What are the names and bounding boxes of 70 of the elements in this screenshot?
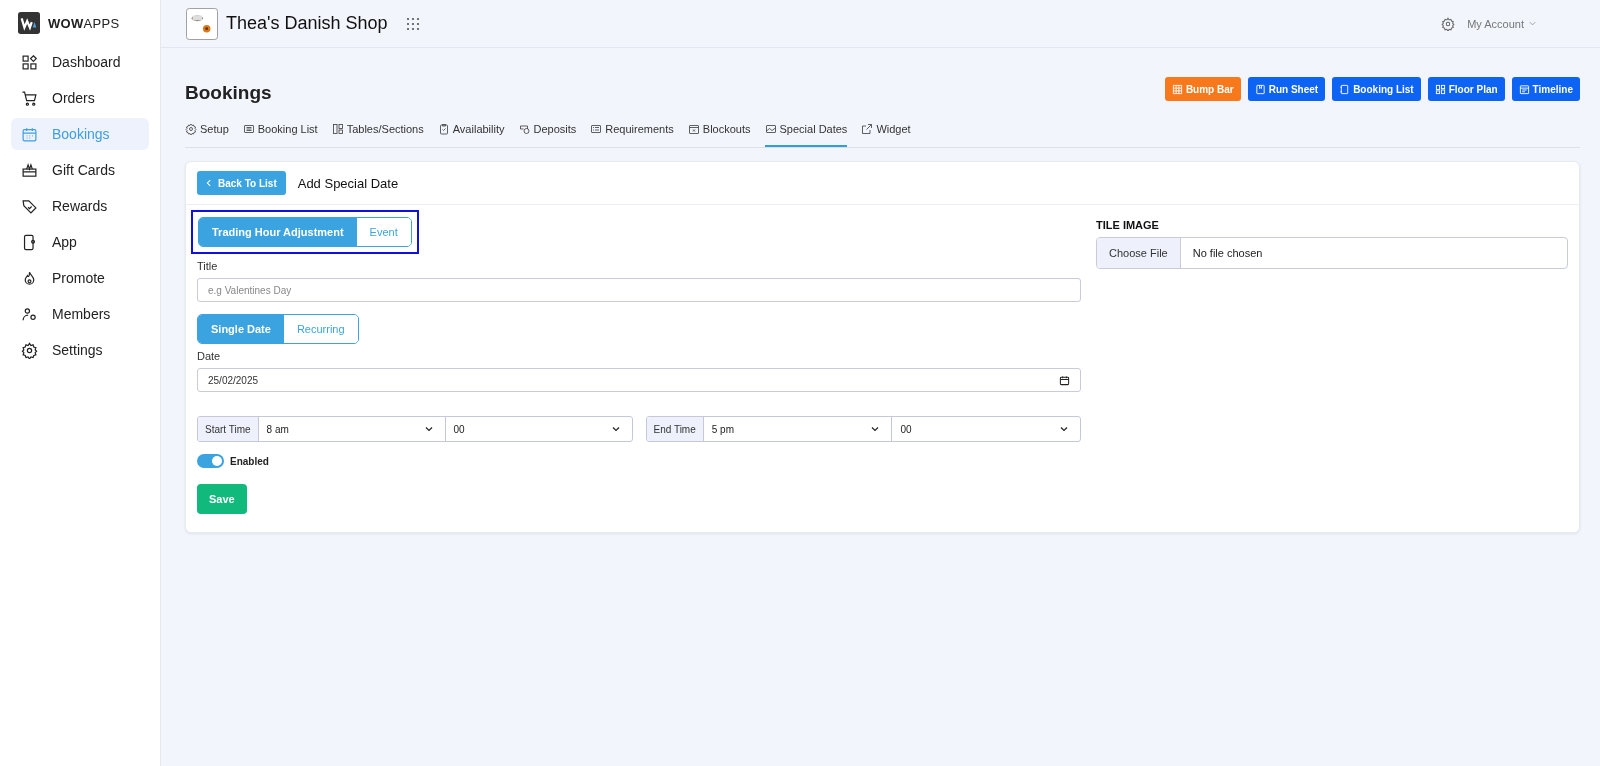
tab[interactable]: Special Dates [764, 116, 848, 147]
brand-logo-icon [18, 12, 40, 34]
tab[interactable]: Availability [437, 116, 505, 147]
layout-icon [1434, 83, 1446, 95]
form-heading: Add Special Date [297, 175, 399, 191]
users-icon [21, 305, 38, 323]
sidebar-item[interactable]: Members [11, 298, 149, 330]
tab[interactable]: Widget [861, 116, 911, 147]
hour-select[interactable]: 5 pm [703, 417, 892, 441]
shop-logo [186, 7, 218, 40]
grid-icon [1171, 83, 1183, 95]
sidebar-item[interactable]: Rewards [11, 190, 149, 222]
file-input[interactable]: Choose File No file chosen [1096, 237, 1568, 269]
tab[interactable]: Deposits [518, 116, 577, 147]
enabled-toggle[interactable] [197, 454, 224, 468]
calendar-x-icon [687, 123, 700, 135]
gear-icon [21, 341, 38, 359]
tab[interactable]: Booking List [242, 116, 318, 147]
choose-file-button[interactable]: Choose File [1097, 238, 1181, 268]
date-field[interactable]: 25/02/2025 [197, 368, 1081, 392]
sidebar-item[interactable]: App [11, 226, 149, 258]
toolbar-button[interactable]: Booking List [1332, 77, 1421, 101]
image-icon [764, 123, 777, 135]
field-label: Date [197, 350, 221, 362]
tab[interactable]: Tables/Sections [331, 116, 424, 147]
calendar-icon [1518, 83, 1530, 95]
clipboard-icon [437, 123, 450, 135]
account-menu[interactable]: My Account [1467, 17, 1524, 30]
form-icon [590, 123, 603, 135]
gear-icon [185, 123, 197, 135]
tag-icon [21, 197, 38, 215]
tab[interactable]: Requirements [590, 116, 674, 147]
cart-icon [21, 89, 38, 107]
phone-icon [21, 233, 38, 251]
calendar-icon[interactable] [1059, 374, 1070, 386]
minute-select[interactable]: 00 [891, 417, 1080, 441]
toggle-label: Enabled [230, 455, 269, 467]
time-label: Start Time [198, 417, 259, 441]
minute-select[interactable]: 00 [444, 417, 632, 441]
toolbar-button[interactable]: Run Sheet [1247, 77, 1326, 101]
settings-icon[interactable] [1441, 16, 1456, 31]
sidebar-item[interactable]: Dashboard [11, 46, 149, 78]
page-title: Bookings [185, 82, 272, 104]
sidebar-item[interactable]: Orders [11, 82, 149, 114]
book-icon [1254, 83, 1266, 95]
book-icon [1339, 83, 1351, 95]
calendar-icon [21, 125, 38, 143]
sidebar-item[interactable]: Promote [11, 262, 149, 294]
gift-icon [21, 161, 38, 179]
shop-name: Thea's Danish Shop [226, 13, 388, 34]
file-status: No file chosen [1191, 246, 1264, 261]
tab[interactable]: Setup [185, 116, 229, 147]
external-link-icon [861, 123, 874, 135]
coins-icon [518, 123, 531, 135]
toolbar-button[interactable]: Floor Plan [1427, 77, 1505, 101]
tab[interactable]: Blockouts [687, 116, 751, 147]
columns-icon [331, 123, 344, 135]
apps-grid-icon[interactable] [405, 16, 420, 31]
sidebar-item[interactable]: Settings [11, 334, 149, 366]
brand-name: WOWAPPS [48, 15, 120, 31]
list-icon [242, 123, 255, 135]
grid-icon [21, 53, 38, 71]
chevron-left-icon [204, 178, 214, 188]
time-label: End Time [646, 417, 704, 441]
toolbar-button[interactable]: Timeline [1511, 77, 1580, 101]
sidebar-item[interactable]: Gift Cards [11, 154, 149, 186]
field-label: TILE IMAGE [1096, 219, 1160, 231]
field-label: Title [197, 260, 218, 272]
title-input[interactable]: e.g Valentines Day [197, 278, 1081, 302]
hour-select[interactable]: 8 am [258, 417, 445, 441]
